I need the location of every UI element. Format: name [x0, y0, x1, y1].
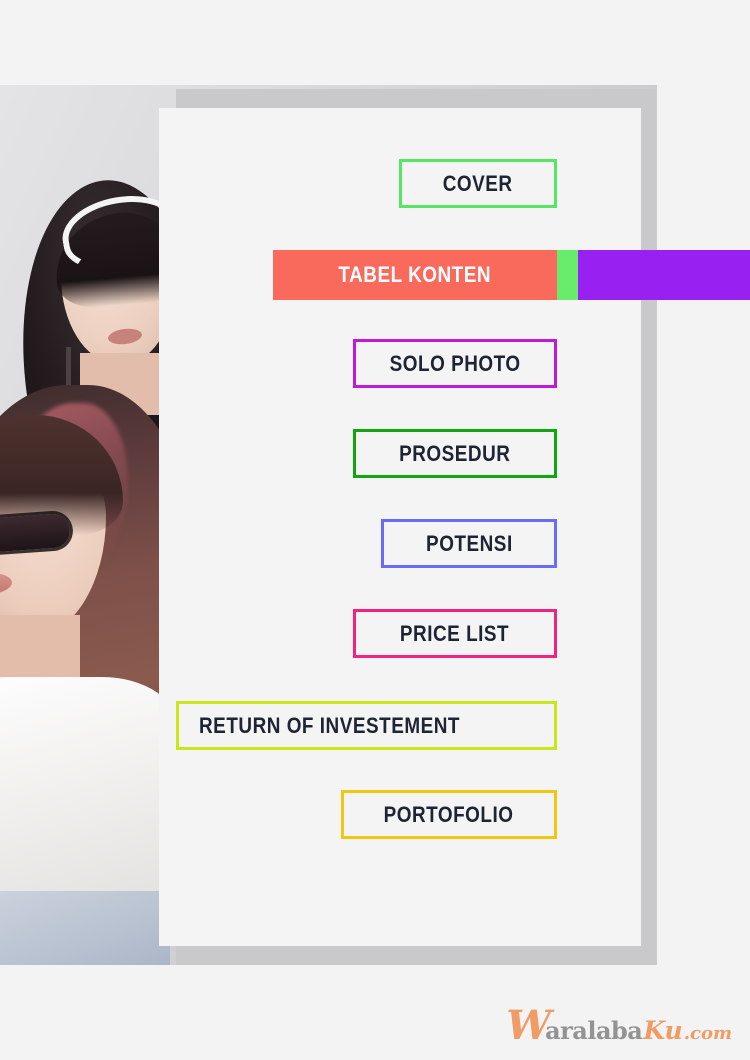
menu-item-tabel-konten[interactable]: TABEL KONTEN — [273, 250, 750, 300]
menu-item-price-list-label: PRICE LIST — [400, 620, 510, 646]
menu-item-prosedur[interactable]: PROSEDUR — [353, 429, 557, 478]
menu-item-potensi[interactable]: POTENSI — [381, 519, 557, 568]
menu-item-price-list[interactable]: PRICE LIST — [353, 609, 557, 658]
accent-strip-green — [557, 250, 578, 300]
menu-item-prosedur-label: PROSEDUR — [399, 440, 511, 466]
menu-item-portofolio[interactable]: PORTOFOLIO — [341, 790, 557, 839]
watermark-aralaba: aralaba — [545, 1016, 643, 1045]
page-root: COVER TABEL KONTEN SOLO PHOTO PROSEDUR P… — [0, 0, 750, 1060]
menu-item-portofolio-label: PORTOFOLIO — [384, 801, 514, 827]
menu-item-return-of-investement-label: RETURN OF INVESTEMENT — [199, 712, 461, 738]
menu-item-potensi-label: POTENSI — [425, 530, 513, 556]
menu-item-tabel-konten-fill[interactable]: TABEL KONTEN — [273, 250, 557, 300]
photo-person-front-jeans — [0, 891, 170, 965]
menu-item-return-of-investement[interactable]: RETURN OF INVESTEMENT — [176, 701, 557, 750]
watermark-com: .com — [683, 1023, 732, 1044]
menu-item-cover[interactable]: COVER — [399, 159, 557, 208]
menu-item-tabel-konten-label: TABEL KONTEN — [338, 262, 492, 287]
menu-item-solo-photo[interactable]: SOLO PHOTO — [353, 339, 557, 388]
watermark-logo: W aralaba Ku .com — [506, 1006, 732, 1046]
menu-item-solo-photo-label: SOLO PHOTO — [389, 350, 521, 376]
menu-item-cover-label: COVER — [443, 170, 513, 196]
photo-person-front-shirt — [0, 677, 180, 917]
accent-strip-purple — [578, 250, 750, 300]
watermark-ku: Ku — [643, 1016, 683, 1045]
